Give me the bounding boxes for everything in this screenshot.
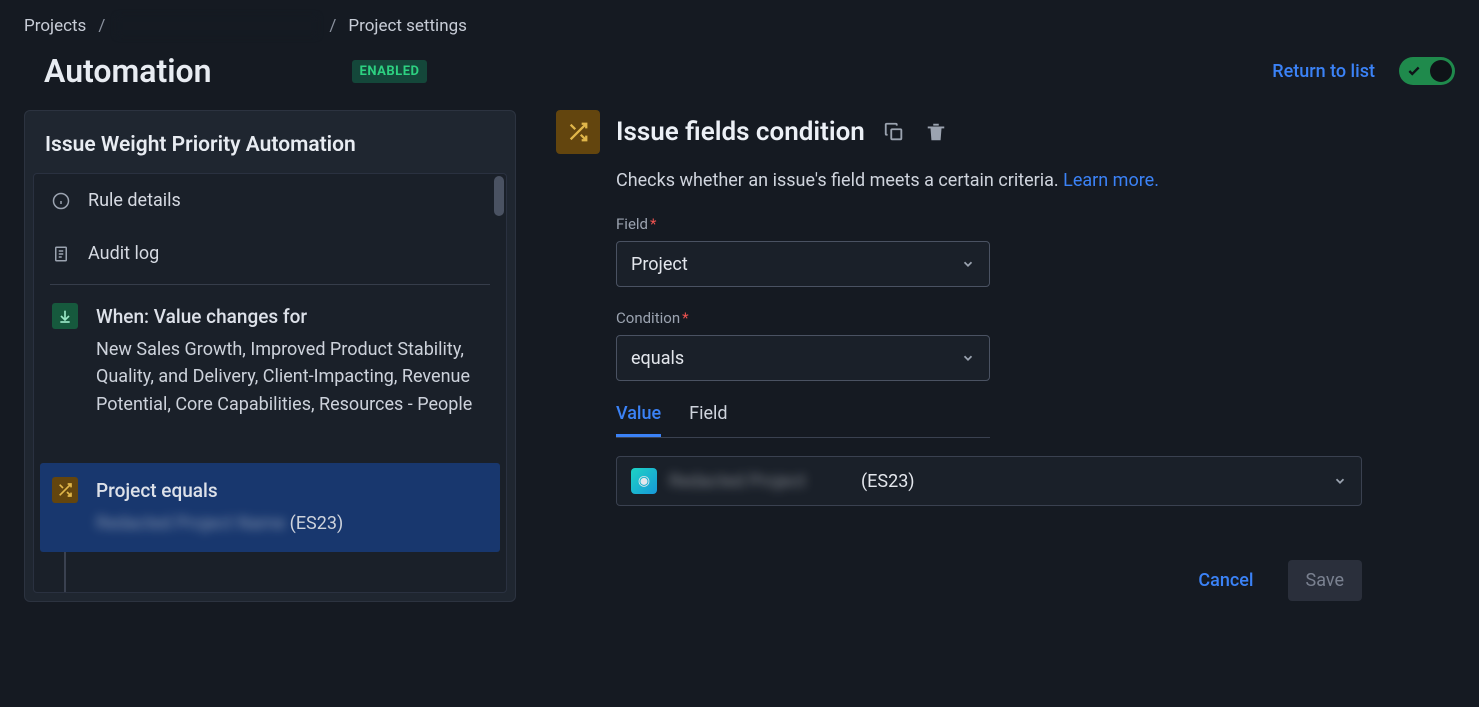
breadcrumb-settings[interactable]: Project settings: [348, 16, 467, 36]
value-project-select[interactable]: ◉ Redacted Project (ES23): [616, 456, 1362, 506]
indent-line: [64, 552, 66, 592]
project-key-value: (ES23): [861, 471, 915, 492]
breadcrumb-sep: /: [98, 16, 105, 36]
breadcrumb-sep: /: [329, 16, 336, 36]
field-label: Field*: [616, 215, 1376, 233]
rule-inner-box: Rule details Audit log When: Value chang…: [33, 173, 507, 593]
return-to-list-link[interactable]: Return to list: [1272, 61, 1375, 82]
nav-rule-details[interactable]: Rule details: [34, 174, 506, 227]
condition-editor-title: Issue fields condition: [616, 117, 865, 147]
chevron-down-icon: [961, 351, 975, 365]
condition-value: Redacted Project Name (ES23): [96, 510, 343, 538]
header-row: Automation ENABLED Return to list: [0, 44, 1479, 110]
tab-field[interactable]: Field: [689, 403, 727, 437]
divider: [50, 284, 490, 285]
save-button[interactable]: Save: [1288, 560, 1363, 601]
info-icon: [52, 192, 70, 210]
rule-name-title: Issue Weight Priority Automation: [25, 111, 515, 173]
rule-trigger-item[interactable]: When: Value changes for New Sales Growth…: [34, 289, 506, 433]
status-badge: ENABLED: [352, 60, 428, 83]
rule-text: Project equals Redacted Project Name (ES…: [96, 477, 343, 537]
condition-select-value: equals: [631, 348, 684, 369]
trigger-desc: New Sales Growth, Improved Product Stabi…: [96, 336, 488, 420]
condition-select[interactable]: equals: [616, 335, 990, 381]
condition-icon: [52, 477, 78, 503]
learn-more-link[interactable]: Learn more.: [1063, 170, 1159, 191]
chevron-down-icon: [1333, 474, 1347, 488]
document-icon: [52, 245, 70, 263]
value-field-tabs: Value Field: [616, 403, 990, 438]
delete-button[interactable]: [923, 119, 949, 145]
tab-value[interactable]: Value: [616, 403, 661, 437]
footer-actions: Cancel Save: [616, 560, 1362, 601]
toggle-knob: [1430, 60, 1452, 82]
scrollbar[interactable]: [494, 176, 504, 216]
cancel-button[interactable]: Cancel: [1184, 560, 1267, 601]
project-name-value: Redacted Project: [669, 471, 849, 492]
condition-subtitle: Checks whether an issue's field meets a …: [616, 170, 1376, 191]
condition-badge-icon: [556, 110, 600, 154]
project-avatar-icon: ◉: [631, 468, 657, 494]
rule-text: When: Value changes for New Sales Growth…: [96, 303, 488, 419]
rule-condition-item[interactable]: Project equals Redacted Project Name (ES…: [40, 463, 500, 551]
field-select[interactable]: Project: [616, 241, 990, 287]
breadcrumb: Projects / Redacted Project / Project se…: [0, 0, 1479, 44]
trigger-title: When: Value changes for: [96, 303, 488, 332]
indent-spacer: [64, 433, 66, 463]
nav-label: Audit log: [88, 243, 159, 264]
page-title: Automation: [44, 52, 212, 90]
breadcrumb-projects[interactable]: Projects: [24, 16, 86, 36]
field-select-value: Project: [631, 254, 688, 275]
rule-sidebar-panel: Issue Weight Priority Automation Rule de…: [24, 110, 516, 602]
nav-audit-log[interactable]: Audit log: [34, 227, 506, 280]
condition-label: Condition*: [616, 309, 1376, 327]
trigger-icon: [52, 303, 78, 329]
condition-title: Project equals: [96, 477, 343, 506]
nav-label: Rule details: [88, 190, 181, 211]
rule-enabled-toggle[interactable]: [1399, 57, 1455, 85]
chevron-down-icon: [961, 257, 975, 271]
breadcrumb-project-name[interactable]: Redacted Project: [117, 16, 317, 36]
condition-header: Issue fields condition: [556, 110, 1435, 154]
condition-editor-panel: Issue fields condition Checks whether an…: [556, 110, 1455, 602]
copy-button[interactable]: [881, 119, 907, 145]
check-icon: [1407, 64, 1421, 78]
